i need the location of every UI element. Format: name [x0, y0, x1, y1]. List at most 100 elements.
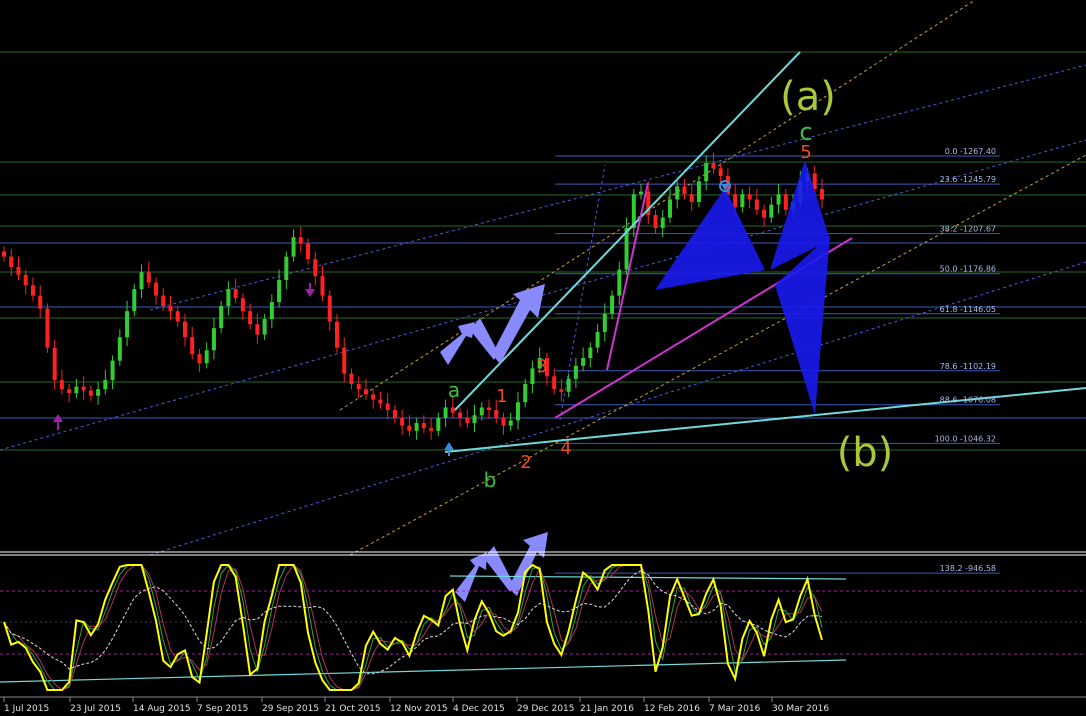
candle-body: [783, 194, 788, 210]
candle-body: [465, 417, 470, 424]
candle-body: [298, 237, 303, 244]
candle-body: [696, 181, 701, 203]
candle-body: [269, 302, 274, 320]
candle-body: [429, 428, 434, 431]
fib-level-label: 50.0 -1176.86: [940, 265, 996, 274]
wave-label: (b): [837, 430, 894, 476]
candle-body: [754, 199, 759, 210]
candle-body: [400, 417, 405, 426]
candle-body: [515, 402, 520, 421]
fib-level-label: 88.6 -1076.08: [940, 396, 996, 405]
candle-body: [16, 267, 21, 275]
candle-body: [103, 380, 108, 390]
candle-body: [182, 321, 187, 338]
candle-body: [356, 384, 361, 390]
date-tick-label: 7 Sep 2015: [197, 704, 248, 714]
candle-body: [240, 298, 245, 312]
date-tick-label: 23 Jul 2015: [70, 704, 121, 714]
candle-body: [566, 378, 571, 392]
candle-body: [501, 417, 506, 426]
date-tick-label: 29 Dec 2015: [517, 704, 575, 714]
candle-body: [96, 389, 101, 396]
candle-body: [117, 337, 122, 361]
candle-body: [385, 403, 390, 411]
fib-level-label: 38.2 -1207.67: [940, 225, 996, 234]
candle-body: [67, 389, 72, 394]
candle-body: [776, 194, 781, 205]
candle-body: [23, 274, 28, 286]
candle-body: [414, 423, 419, 431]
candle-body: [653, 215, 658, 229]
wave-label: 3: [536, 356, 547, 377]
candle-body: [190, 337, 195, 355]
wave-label: 4: [560, 438, 571, 459]
fib-level-label: 61.8 -1146.05: [940, 305, 996, 314]
candle-body: [552, 376, 557, 390]
candle-body: [820, 189, 824, 200]
candle-body: [154, 282, 159, 296]
candle-body: [204, 350, 209, 364]
candle-body: [588, 347, 593, 359]
candle-body: [342, 347, 347, 374]
date-tick-label: 21 Jan 2016: [580, 704, 634, 714]
candle-body: [660, 217, 665, 229]
date-tick-label: 30 Mar 2016: [772, 704, 829, 714]
candle-body: [523, 384, 528, 403]
candle-body: [573, 365, 578, 379]
candle-body: [219, 306, 224, 329]
candle-body: [371, 394, 376, 400]
date-tick-label: 29 Sep 2015: [262, 704, 319, 714]
wave-label: a: [448, 378, 460, 402]
candle-body: [378, 399, 383, 404]
date-tick-label: 7 Mar 2016: [709, 704, 761, 714]
fib-level-label: 0.0 -1267.40: [945, 147, 996, 156]
candle-body: [407, 425, 412, 431]
candle-body: [602, 313, 607, 333]
date-tick-label: 12 Nov 2015: [390, 704, 448, 714]
candle-body: [487, 407, 492, 411]
candle-body: [327, 295, 332, 322]
fib-level-label: 138.2 -946.58: [940, 564, 996, 573]
candle-body: [436, 417, 441, 431]
candle-body: [277, 280, 282, 303]
candle-body: [392, 410, 397, 418]
fib-level-label: 78.6 -1102.19: [940, 362, 996, 371]
candle-body: [38, 295, 43, 309]
candle-body: [675, 186, 680, 200]
wave-label: 1: [496, 386, 507, 407]
candle-body: [349, 373, 354, 385]
candle-body: [682, 186, 687, 195]
date-tick-label: 12 Feb 2016: [644, 704, 700, 714]
price-chart: 0.0 -1267.40 23.6 -1245.79 38.2 -1207.67 50…: [0, 0, 1086, 716]
candle-body: [291, 237, 296, 257]
fib-level-label: 100.0 -1046.32: [935, 434, 996, 443]
candle-body: [313, 259, 318, 277]
candle-body: [233, 289, 238, 299]
candle-body: [421, 423, 426, 429]
candle-body: [494, 410, 499, 418]
candle-body: [479, 407, 484, 416]
candle-body: [581, 358, 586, 366]
candle-body: [733, 194, 738, 208]
wave-label: 2: [520, 452, 531, 473]
candle-body: [472, 415, 477, 424]
candle-body: [458, 412, 463, 418]
fib-level-label: 23.6 -1245.79: [940, 175, 996, 184]
candle-body: [762, 209, 767, 218]
candle-body: [306, 243, 311, 260]
candle-body: [255, 324, 260, 335]
candle-body: [88, 390, 93, 396]
candle-body: [639, 191, 644, 195]
candle-body: [168, 306, 173, 312]
candle-body: [175, 311, 180, 322]
date-tick-label: 4 Dec 2015: [453, 704, 505, 714]
candle-body: [320, 276, 325, 296]
wave-label: b: [484, 468, 497, 492]
candle-body: [146, 272, 151, 283]
candle-body: [52, 347, 57, 381]
candle-body: [284, 256, 289, 281]
candle-body: [197, 354, 202, 364]
candle-body: [740, 194, 745, 208]
candle-body: [450, 407, 455, 413]
candle-body: [161, 295, 166, 307]
